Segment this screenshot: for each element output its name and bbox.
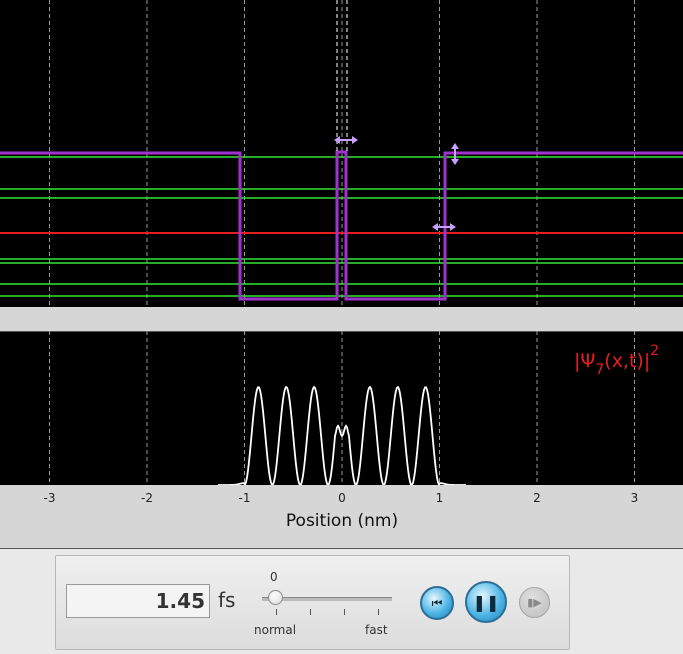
rewind-button[interactable]: ⏮: [420, 586, 454, 620]
speed-slider-thumb[interactable]: [268, 590, 283, 605]
wave-plot-label-part: 2: [650, 343, 659, 359]
rewind-icon: ⏮: [431, 595, 443, 610]
step-icon: ▮▶: [527, 596, 542, 609]
x-axis-tick-label: 0: [338, 491, 346, 505]
step-button[interactable]: ▮▶: [519, 587, 550, 618]
speed-slider-tick: [310, 609, 311, 615]
wave-plot-label-part: (x,t)|: [604, 350, 650, 372]
time-unit: fs: [218, 588, 236, 612]
speed-value: 0: [270, 570, 278, 584]
speed-slider-tick: [378, 609, 379, 615]
x-axis-tick-label: 1: [435, 491, 444, 505]
x-axis-tick-label: -2: [141, 491, 153, 505]
wave-plot-label-part: 7: [595, 362, 604, 378]
energy-plot: [0, 0, 683, 307]
speed-max-label: fast: [365, 623, 388, 637]
x-axis-tick-label: -3: [43, 491, 56, 505]
pause-button[interactable]: ❚❚: [465, 581, 507, 623]
pause-icon: ❚❚: [472, 592, 500, 612]
x-axis-title: Position (nm): [285, 511, 399, 531]
x-axis-tick-label: 2: [533, 491, 541, 505]
speed-min-label: normal: [254, 623, 297, 637]
x-axis-tick-label: -1: [238, 491, 251, 505]
wave-plot-label-part: |Ψ: [574, 350, 595, 372]
x-axis-tick-label: 3: [630, 491, 639, 505]
speed-slider-tick: [344, 609, 345, 615]
probability-density-plot: |Ψ7(x,t)|2: [0, 331, 683, 485]
speed-slider-tick: [276, 609, 277, 615]
plot-separator: [0, 307, 683, 331]
time-display[interactable]: 1.45: [66, 584, 210, 618]
